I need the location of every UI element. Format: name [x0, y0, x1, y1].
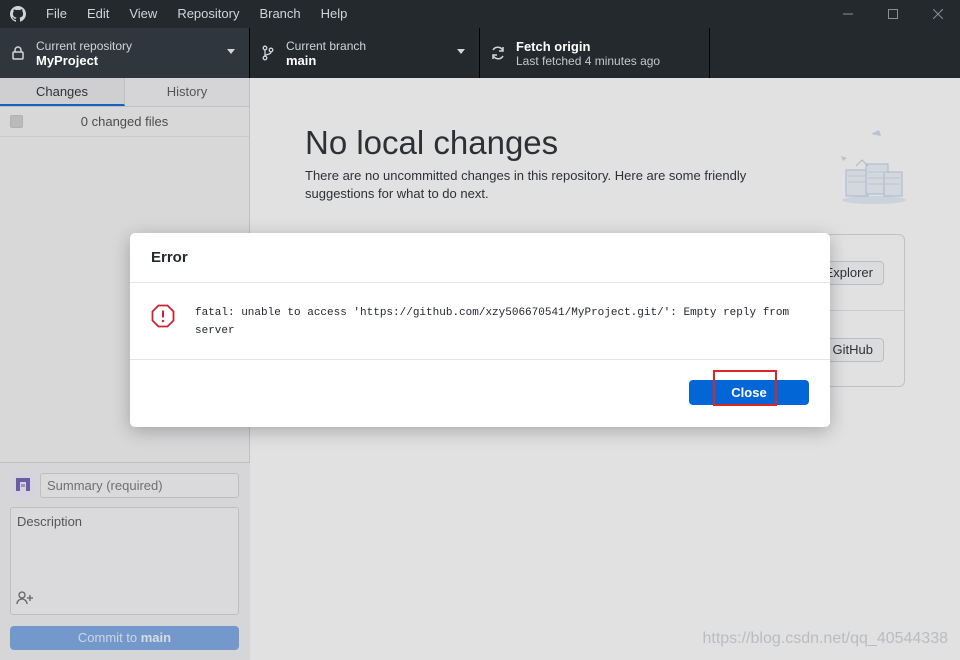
menu-file[interactable]: File: [36, 0, 77, 28]
menu-edit[interactable]: Edit: [77, 0, 119, 28]
title-bar: File Edit View Repository Branch Help: [0, 0, 960, 28]
error-message: fatal: unable to access 'https://github.…: [195, 307, 790, 337]
chevron-down-icon: [227, 49, 235, 54]
close-window-button[interactable]: [915, 0, 960, 28]
menu-branch[interactable]: Branch: [249, 0, 310, 28]
branch-label: Current branch: [286, 38, 367, 53]
branch-name: main: [286, 52, 317, 68]
current-branch-dropdown[interactable]: Current branch main: [250, 28, 480, 78]
last-fetched: Last fetched 4 minutes ago: [516, 53, 661, 68]
minimize-button[interactable]: [825, 0, 870, 28]
repo-name: MyProject: [36, 52, 99, 68]
window-controls: [825, 0, 960, 28]
fetch-origin-button[interactable]: Fetch origin Last fetched 4 minutes ago: [480, 28, 710, 78]
chevron-down-icon: [457, 49, 465, 54]
menu-help[interactable]: Help: [311, 0, 358, 28]
sync-icon: [480, 45, 516, 61]
lock-icon: [0, 46, 36, 60]
watermark: https://blog.csdn.net/qq_40544338: [702, 630, 948, 647]
menu-repository[interactable]: Repository: [167, 0, 249, 28]
error-octagon-icon: [151, 304, 175, 331]
branch-icon: [250, 45, 286, 61]
dialog-title: Error: [151, 249, 188, 266]
github-logo-icon: [0, 0, 36, 28]
dialog-body: fatal: unable to access 'https://github.…: [130, 283, 830, 360]
toolbar: Current repository MyProject Current bra…: [0, 28, 960, 78]
maximize-button[interactable]: [870, 0, 915, 28]
repo-label: Current repository: [36, 38, 133, 53]
fetch-title: Fetch origin: [516, 38, 591, 54]
annotation-highlight: [713, 370, 777, 406]
menu-view[interactable]: View: [119, 0, 167, 28]
current-repository-dropdown[interactable]: Current repository MyProject: [0, 28, 250, 78]
dialog-header: Error: [130, 233, 830, 283]
